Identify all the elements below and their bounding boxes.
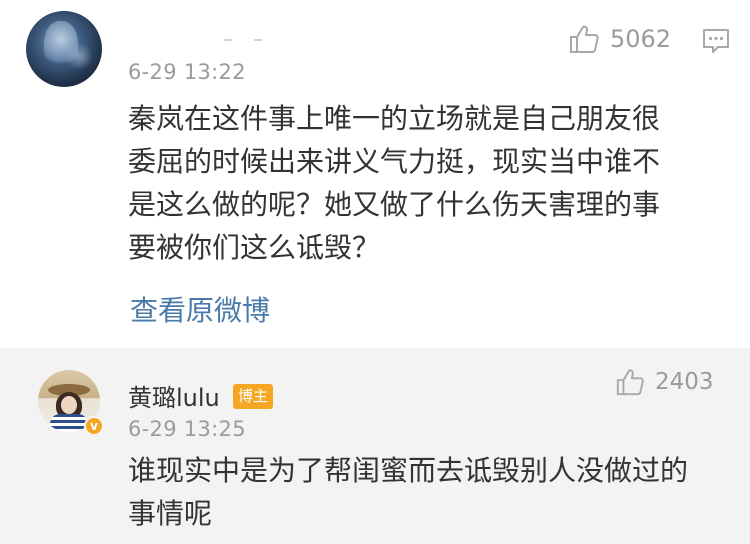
like-count: 5062 <box>610 25 672 53</box>
author-badge: 博主 <box>233 384 274 409</box>
comment-text-line: 要被你们这么诋毁？ <box>128 231 381 264</box>
comment-body: 秦岚在这件事上唯一的立场就是自己朋友很 委屈的时候出来讲义气力挺，现实当中谁不 … <box>128 97 720 269</box>
reply-text-line: 谁现实中是为了帮闺蜜而去诋毁别人没做过的 <box>128 454 689 487</box>
view-original-weibo-link[interactable]: 查看原微博 <box>130 289 270 329</box>
reply-text-line: 事情呢 <box>128 497 213 530</box>
comment-timestamp: 6-29 13:22 <box>128 60 246 84</box>
comment-text-line: 秦岚在这件事上唯一的立场就是自己朋友很 <box>128 102 661 135</box>
reply-like-button[interactable]: 2403 <box>615 367 714 397</box>
comment-icon[interactable] <box>702 27 730 55</box>
reply-body: 谁现实中是为了帮闺蜜而去诋毁别人没做过的 事情呢 <box>128 449 720 535</box>
thumbs-up-icon <box>570 25 599 53</box>
verified-badge-icon: v <box>84 416 104 436</box>
comment-text-line: 委屈的时候出来讲义气力挺，现实当中谁不 <box>128 145 661 178</box>
commenter-avatar[interactable] <box>26 11 102 87</box>
reply-timestamp: 6-29 13:25 <box>128 417 246 441</box>
like-button[interactable]: 5062 <box>568 23 671 55</box>
commenter-username[interactable] <box>222 33 266 45</box>
reply-like-count: 2403 <box>655 369 714 395</box>
comment-text-line: 是这么做的呢？她又做了什么伤天害理的事 <box>128 188 661 221</box>
reply-author-username[interactable]: 黄璐lulu <box>128 378 220 413</box>
main-comment: 6-29 13:22 5062 秦岚在这件事上唯一的立场就是自己朋友很 委屈的时… <box>0 0 750 348</box>
thumbs-up-icon <box>616 369 644 396</box>
